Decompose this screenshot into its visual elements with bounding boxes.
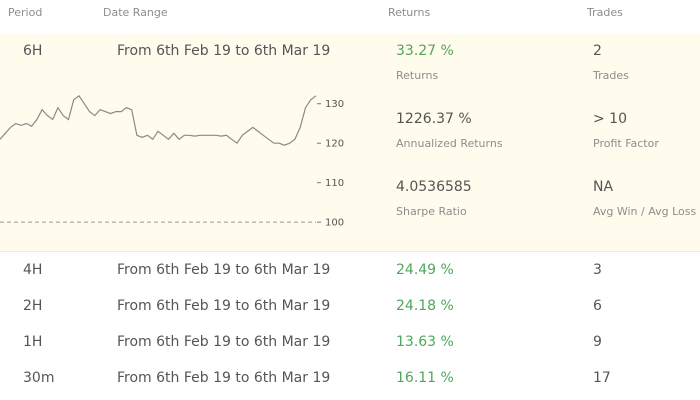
row-returns: 16.11 % <box>396 370 454 386</box>
annualized-returns-label: Annualized Returns <box>396 137 503 150</box>
y-tick-label: 130 <box>325 99 344 110</box>
row-trades: 9 <box>593 334 602 350</box>
table-row[interactable]: 2H From 6th Feb 19 to 6th Mar 19 24.18 %… <box>0 289 700 325</box>
annualized-returns-value: 1226.37 % <box>396 111 472 127</box>
row-period: 6H <box>23 43 43 59</box>
row-date-range: From 6th Feb 19 to 6th Mar 19 <box>117 334 331 350</box>
row-date-range: From 6th Feb 19 to 6th Mar 19 <box>117 298 331 314</box>
trades-label: Trades <box>593 69 629 82</box>
equity-line-chart: 130 120 110 100 <box>0 94 344 229</box>
y-tick-label: 120 <box>325 139 344 150</box>
row-period: 30m <box>23 370 55 386</box>
row-returns: 24.49 % <box>396 262 454 278</box>
row-trades: 17 <box>593 370 611 386</box>
row-period: 1H <box>23 334 43 350</box>
row-period: 4H <box>23 262 43 278</box>
sharpe-ratio-value: 4.0536585 <box>396 179 472 195</box>
table-row[interactable]: 4H From 6th Feb 19 to 6th Mar 19 24.49 %… <box>0 253 700 289</box>
row-date-range: From 6th Feb 19 to 6th Mar 19 <box>117 370 331 386</box>
profit-factor-label: Profit Factor <box>593 137 659 150</box>
table-header: Period Date Range Returns Trades <box>0 0 700 34</box>
y-tick-label: 110 <box>325 178 344 189</box>
column-header-date-range[interactable]: Date Range <box>103 6 168 19</box>
returns-label: Returns <box>396 69 439 82</box>
equity-series-line <box>0 94 317 146</box>
expanded-row-6h[interactable]: 6H From 6th Feb 19 to 6th Mar 19 33.27 %… <box>0 34 700 252</box>
row-date-range: From 6th Feb 19 to 6th Mar 19 <box>117 262 331 278</box>
profit-factor-value: > 10 <box>593 111 627 127</box>
table-row[interactable]: 30m From 6th Feb 19 to 6th Mar 19 16.11 … <box>0 361 700 397</box>
column-header-trades[interactable]: Trades <box>587 6 623 19</box>
sharpe-ratio-label: Sharpe Ratio <box>396 205 467 218</box>
row-trades: 6 <box>593 298 602 314</box>
y-tick-label: 100 <box>325 218 344 229</box>
row-period: 2H <box>23 298 43 314</box>
column-header-period[interactable]: Period <box>8 6 42 19</box>
avg-win-loss-value: NA <box>593 179 614 195</box>
row-trades: 3 <box>593 262 602 278</box>
row-returns: 13.63 % <box>396 334 454 350</box>
column-header-returns[interactable]: Returns <box>388 6 430 19</box>
table-row[interactable]: 1H From 6th Feb 19 to 6th Mar 19 13.63 %… <box>0 325 700 361</box>
trades-value: 2 <box>593 43 602 59</box>
avg-win-loss-label: Avg Win / Avg Loss <box>593 205 697 218</box>
row-date-range: From 6th Feb 19 to 6th Mar 19 <box>117 43 331 59</box>
returns-value: 33.27 % <box>396 43 454 59</box>
row-returns: 24.18 % <box>396 298 454 314</box>
